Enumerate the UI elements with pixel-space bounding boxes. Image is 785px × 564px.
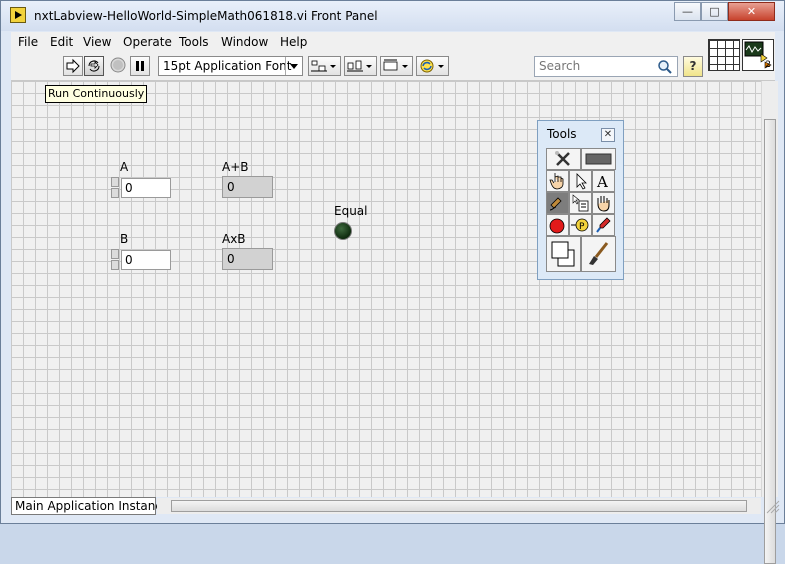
tools-palette-title: Tools xyxy=(547,127,577,141)
search-input[interactable] xyxy=(535,57,649,75)
tools-palette: Tools ✕ A P xyxy=(537,120,624,280)
resize-objects-icon xyxy=(383,59,408,71)
position-select-tool[interactable] xyxy=(569,170,592,192)
toolbar: 15pt Application Font ? xyxy=(11,52,775,81)
tooltip: Run Continuously xyxy=(45,85,148,103)
application-instance-status: Main Application Instance xyxy=(11,497,169,515)
menu-operate[interactable]: Operate xyxy=(123,35,172,49)
run-continuously-button[interactable] xyxy=(84,56,104,76)
text-settings-dropdown[interactable]: 15pt Application Font xyxy=(158,56,303,76)
menu-tools[interactable]: Tools xyxy=(179,35,209,49)
menu-file[interactable]: File xyxy=(18,35,38,49)
operate-value-tool[interactable] xyxy=(546,170,569,192)
control-a-input[interactable]: 0 xyxy=(121,178,171,198)
vi-icon[interactable]: 2 xyxy=(742,39,774,71)
abort-execution-button[interactable] xyxy=(109,56,129,76)
text-settings-value: 15pt Application Font xyxy=(163,59,292,73)
menu-edit[interactable]: Edit xyxy=(50,35,73,49)
horizontal-scrollbar[interactable] xyxy=(157,498,761,514)
pause-icon xyxy=(136,61,144,71)
labview-vi-icon xyxy=(10,7,26,23)
distribute-objects-button[interactable] xyxy=(344,56,377,76)
title-bar[interactable]: nxtLabview-HelloWorld-SimpleMath061818.v… xyxy=(1,1,784,31)
distribute-objects-icon xyxy=(347,60,372,72)
control-b-label: B xyxy=(120,232,129,246)
probe-data-icon: P xyxy=(571,218,589,232)
run-arrow-icon xyxy=(66,58,80,74)
maximize-button[interactable]: □ xyxy=(701,2,728,21)
svg-text:P: P xyxy=(579,222,585,232)
indicator-product-value: 0 xyxy=(222,248,273,270)
menu-view[interactable]: View xyxy=(83,35,111,49)
tools-palette-close-button[interactable]: ✕ xyxy=(601,128,615,142)
close-button[interactable]: ✕ xyxy=(728,2,775,21)
control-b-input[interactable]: 0 xyxy=(121,250,171,270)
context-help-button[interactable]: ? xyxy=(683,56,703,77)
automatic-tool-selection-indicator[interactable] xyxy=(581,148,616,170)
pause-button[interactable] xyxy=(130,56,150,76)
operate-value-icon xyxy=(549,173,564,190)
reorder-icon xyxy=(420,59,444,73)
decrement-arrow-icon[interactable] xyxy=(111,188,119,198)
minimize-button[interactable]: — xyxy=(674,2,701,21)
probe-data-tool[interactable]: P xyxy=(569,214,592,236)
control-a-increment-decrement[interactable] xyxy=(110,177,120,199)
decrement-arrow-icon[interactable] xyxy=(111,260,119,270)
connect-wire-tool[interactable] xyxy=(546,192,569,214)
set-breakpoint-icon xyxy=(549,218,565,234)
increment-arrow-icon[interactable] xyxy=(111,249,119,259)
front-panel-canvas[interactable] xyxy=(11,81,761,497)
resize-grip-icon[interactable] xyxy=(765,499,781,515)
object-shortcut-menu-tool[interactable] xyxy=(569,192,592,214)
vertical-scroll-thumb[interactable] xyxy=(764,119,776,564)
get-color-icon xyxy=(596,217,611,233)
run-button[interactable] xyxy=(63,56,83,76)
automatic-tool-selection-button[interactable] xyxy=(546,148,581,170)
horizontal-scroll-thumb[interactable] xyxy=(171,500,747,512)
edit-text-tool[interactable]: A xyxy=(592,170,615,192)
control-a-label: A xyxy=(120,160,129,174)
connector-pane[interactable] xyxy=(708,39,740,71)
reorder-button[interactable] xyxy=(416,56,449,76)
automatic-tool-selection-icon xyxy=(555,151,570,166)
paintbrush-tool[interactable] xyxy=(581,236,616,272)
equal-led-indicator xyxy=(334,222,352,240)
menu-bar: File Edit View Operate Tools Window Help xyxy=(11,32,775,52)
indicator-product-label: AxB xyxy=(222,232,246,246)
object-shortcut-menu-icon xyxy=(572,194,589,212)
menu-help[interactable]: Help xyxy=(280,35,307,49)
increment-arrow-icon[interactable] xyxy=(111,177,119,187)
scroll-window-tool[interactable] xyxy=(592,192,615,214)
resize-objects-button[interactable] xyxy=(380,56,413,76)
window-title: nxtLabview-HelloWorld-SimpleMath061818.v… xyxy=(34,9,378,23)
scroll-window-icon xyxy=(597,196,610,212)
front-panel-window: nxtLabview-HelloWorld-SimpleMath061818.v… xyxy=(0,0,785,564)
set-color-tool[interactable] xyxy=(546,236,581,272)
indicator-sum-value: 0 xyxy=(222,176,273,198)
align-objects-icon xyxy=(311,60,336,72)
menu-window[interactable]: Window xyxy=(221,35,268,49)
set-color-icon xyxy=(551,241,575,267)
position-select-icon xyxy=(576,173,587,190)
svg-text:A: A xyxy=(596,173,608,191)
edit-text-icon: A xyxy=(596,173,608,191)
set-breakpoint-tool[interactable] xyxy=(546,214,569,236)
vi-icon-number: 2 xyxy=(765,60,771,70)
abort-icon xyxy=(110,57,126,73)
run-continuously-icon xyxy=(88,60,100,72)
automatic-tool-led-icon xyxy=(585,153,612,165)
control-b-increment-decrement[interactable] xyxy=(110,249,120,271)
get-color-tool[interactable] xyxy=(592,214,615,236)
led-label: Equal xyxy=(334,204,368,218)
search-box[interactable] xyxy=(534,56,678,77)
connect-wire-icon xyxy=(549,197,562,211)
paintbrush-icon xyxy=(589,242,609,265)
chevron-down-icon xyxy=(285,57,302,75)
indicator-sum-label: A+B xyxy=(222,160,249,174)
search-icon[interactable] xyxy=(657,59,673,75)
align-objects-button[interactable] xyxy=(308,56,341,76)
vertical-scrollbar[interactable] xyxy=(761,81,778,564)
